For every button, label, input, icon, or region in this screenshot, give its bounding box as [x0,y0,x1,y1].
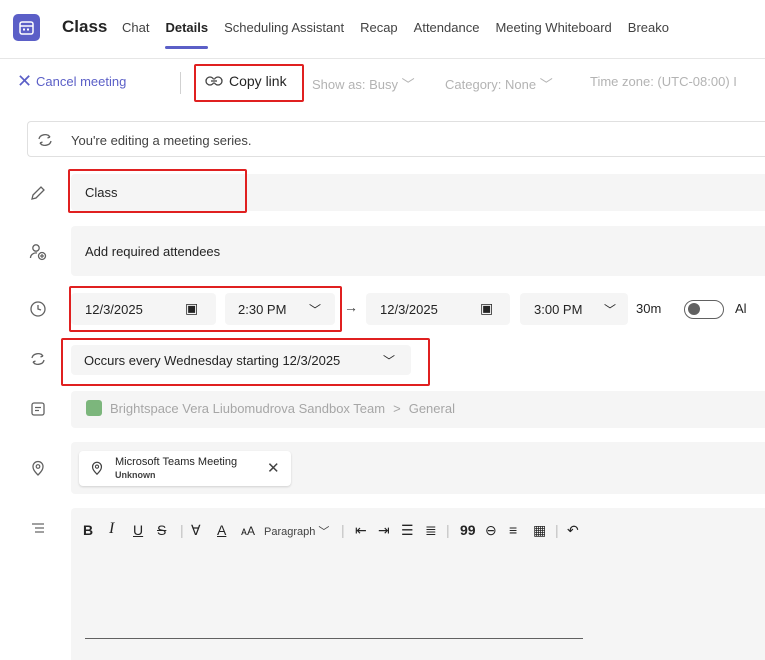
table-icon[interactable]: ▦ [533,522,546,539]
meeting-tabs: Chat Details Scheduling Assistant Recap … [122,20,685,49]
channel-icon [31,402,45,416]
banner-text: You're editing a meeting series. [71,133,252,148]
end-date-value: 12/3/2025 [380,302,438,317]
category-dropdown[interactable]: Category: None ﹀ [445,74,553,93]
align-icon[interactable]: ≡ [509,522,517,538]
show-as-dropdown[interactable]: Show as: Busy ﹀ [312,74,415,93]
highlight-icon[interactable]: ∀ [191,522,201,539]
quote-icon[interactable]: 99 [460,522,476,538]
pencil-icon [31,186,45,200]
undo-icon[interactable]: ↶ [567,522,579,539]
toolbar-divider: | [180,522,184,538]
bold-icon[interactable]: B [83,522,93,538]
font-color-icon[interactable]: A [217,522,226,538]
paragraph-dropdown[interactable]: Paragraph ﹀ [264,523,329,539]
end-time-picker[interactable]: 3:00 PM ﹀ [520,293,628,325]
end-date-picker[interactable]: 12/3/2025 ▣ [366,293,510,325]
bulleted-list-icon[interactable]: ☰ [401,522,414,539]
start-datetime-highlight [69,286,342,332]
all-day-label: Al [735,301,747,316]
close-icon[interactable]: ✕ [17,71,32,92]
tab-meeting-whiteboard[interactable]: Meeting Whiteboard [495,20,611,35]
timezone-dropdown[interactable]: Time zone: (UTC-08:00) I [590,74,737,89]
add-person-icon [29,244,47,261]
toolbar-divider: | [555,522,559,538]
tab-breakout[interactable]: Breako [628,20,669,35]
location-icon [91,461,103,476]
tab-recap[interactable]: Recap [360,20,398,35]
recurrence-highlight [61,338,430,386]
description-editor[interactable]: B I U S | ∀ A ᴀA Paragraph ﹀ | ⇤ ⇥ ☰ ≣ |… [71,508,765,660]
title-highlight [68,169,247,213]
tab-scheduling-assistant[interactable]: Scheduling Assistant [224,20,344,35]
header-divider [0,58,765,59]
copy-link-highlight [194,64,304,102]
strikethrough-icon[interactable]: S [157,522,166,538]
remove-location-icon[interactable]: ✕ [267,459,280,477]
channel-name: General [408,400,455,416]
location-icon [32,460,44,476]
location-name: Microsoft Teams Meeting [115,456,238,468]
meeting-toolbar: ✕ Cancel meeting Copy link Show as: Busy… [0,62,765,104]
end-time-value: 3:00 PM [534,302,583,317]
meeting-title: Class [62,17,108,36]
all-day-toggle[interactable] [684,300,724,319]
tab-chat[interactable]: Chat [122,20,149,35]
indent-icon[interactable]: ⇥ [378,522,390,539]
italic-icon[interactable]: I [109,520,114,538]
channel-separator: > [393,400,401,416]
repeat-icon [31,353,45,365]
font-size-icon[interactable]: ᴀA [241,524,255,538]
duration-label: 30m [636,301,662,316]
underline-icon[interactable]: U [133,522,143,538]
text-format-icon [32,523,44,533]
location-chip[interactable]: Microsoft Teams Meeting Unknown ✕ [79,451,291,486]
editor-separator-line [85,638,583,639]
location-status: Unknown [115,470,156,480]
outdent-icon[interactable]: ⇤ [355,522,367,539]
numbered-list-icon[interactable]: ≣ [425,522,437,539]
clock-icon [30,301,46,317]
tab-attendance[interactable]: Attendance [414,20,480,35]
toolbar-divider: | [341,522,345,538]
repeat-icon [38,134,52,146]
attendees-placeholder: Add required attendees [85,244,221,259]
chevron-down-icon: ﹀ [539,77,553,92]
cancel-meeting-button[interactable]: Cancel meeting [36,74,126,89]
chevron-down-icon: ﹀ [604,303,617,317]
editing-series-banner: You're editing a meeting series. [27,121,765,157]
channel-team-name: Brightspace Vera Liubomudrova Sandbox Te… [110,400,386,416]
toolbar-divider: | [446,522,450,538]
tab-details[interactable]: Details [165,20,208,49]
teams-calendar-app-icon [13,14,40,41]
link-icon[interactable]: ⊖ [485,522,497,539]
attendees-field[interactable]: Add required attendees [71,226,765,276]
arrow-right-icon: → [344,299,358,315]
chevron-down-icon: ﹀ [401,77,415,92]
team-avatar-icon [86,400,102,416]
channel-selection: Brightspace Vera Liubomudrova Sandbox Te… [86,400,455,416]
toolbar-divider [180,72,181,94]
calendar-icon: ▣ [480,300,494,316]
